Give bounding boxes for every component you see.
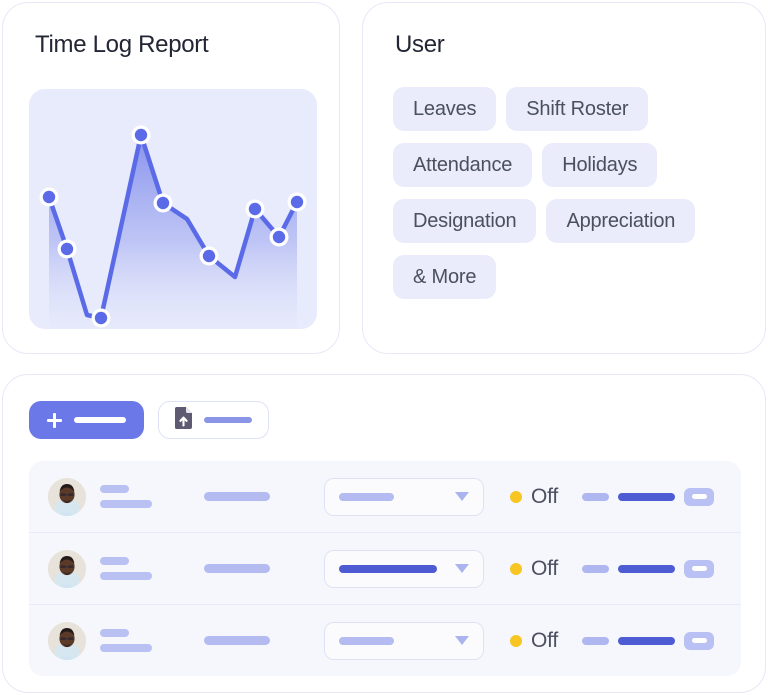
row-name-placeholder	[100, 557, 156, 580]
row-badge[interactable]	[684, 631, 715, 650]
name-line-1	[100, 629, 129, 637]
row-badge[interactable]	[684, 487, 715, 506]
table-toolbar	[29, 401, 269, 439]
row-select-value	[339, 564, 437, 573]
time-log-chart-panel	[29, 89, 317, 329]
table-row[interactable]: Off	[29, 532, 741, 604]
row-action-placeholder-2	[618, 564, 676, 573]
row-action-placeholder-2	[618, 492, 676, 501]
user-tag-attendance[interactable]: Attendance	[393, 143, 533, 187]
status-label: Off	[531, 557, 559, 580]
user-tag-list: Leaves Shift Roster Attendance Holidays …	[393, 87, 733, 299]
row-detail-placeholder	[204, 636, 270, 645]
employee-rows: Off Off Off	[29, 461, 741, 676]
name-line-1	[100, 557, 129, 565]
chart-area-fill	[49, 135, 297, 329]
time-log-report-title: Time Log Report	[35, 31, 209, 58]
row-name-placeholder	[100, 485, 156, 508]
status-label: Off	[531, 485, 559, 508]
import-button-label-placeholder	[204, 417, 252, 423]
add-button[interactable]	[29, 401, 144, 439]
row-select[interactable]	[324, 621, 484, 660]
screenshot-root: Time Log Report User Leaves Shift Roster…	[0, 0, 768, 695]
status-label: Off	[531, 629, 559, 652]
import-button[interactable]	[158, 401, 269, 439]
row-actions	[582, 487, 715, 506]
row-select-value	[339, 492, 394, 501]
add-button-label-placeholder	[74, 417, 126, 423]
row-detail-placeholder	[204, 564, 270, 573]
avatar	[48, 549, 86, 588]
chevron-down-icon	[455, 492, 469, 501]
row-name-placeholder	[100, 629, 156, 652]
row-select[interactable]	[324, 477, 484, 516]
user-tag-holidays[interactable]: Holidays	[542, 143, 658, 187]
time-log-report-card: Time Log Report	[2, 2, 340, 354]
name-line-2	[100, 572, 152, 580]
row-select-value	[339, 636, 394, 645]
row-action-placeholder-1	[582, 492, 610, 501]
status-badge: Off	[510, 558, 558, 579]
user-tag-shift-roster[interactable]: Shift Roster	[506, 87, 649, 131]
employee-table-panel: Off Off Off	[2, 374, 766, 693]
avatar	[48, 477, 86, 516]
row-select[interactable]	[324, 549, 484, 588]
status-badge: Off	[510, 486, 558, 507]
user-card: User Leaves Shift Roster Attendance Holi…	[362, 2, 766, 354]
name-line-1	[100, 485, 129, 493]
name-line-2	[100, 644, 152, 652]
row-badge[interactable]	[684, 559, 715, 578]
user-tag-leaves[interactable]: Leaves	[393, 87, 497, 131]
chevron-down-icon	[455, 564, 469, 573]
name-line-2	[100, 500, 152, 508]
file-upload-icon	[175, 406, 193, 434]
row-action-placeholder-1	[582, 636, 610, 645]
time-log-line-chart	[39, 125, 307, 329]
table-row[interactable]: Off	[29, 461, 741, 532]
user-tag-designation[interactable]: Designation	[393, 199, 537, 243]
chevron-down-icon	[455, 636, 469, 645]
row-actions	[582, 631, 715, 650]
row-action-placeholder-2	[618, 636, 676, 645]
row-actions	[582, 559, 715, 578]
status-dot-icon	[510, 490, 522, 503]
row-action-placeholder-1	[582, 564, 610, 573]
user-tag-appreciation[interactable]: Appreciation	[546, 199, 696, 243]
status-dot-icon	[510, 634, 522, 647]
table-row[interactable]: Off	[29, 604, 741, 676]
status-badge: Off	[510, 630, 558, 651]
avatar	[48, 621, 86, 660]
user-tag-more[interactable]: & More	[393, 255, 497, 299]
row-detail-placeholder	[204, 492, 270, 501]
status-dot-icon	[510, 562, 522, 575]
plus-icon	[47, 412, 62, 428]
user-card-title: User	[395, 31, 445, 58]
